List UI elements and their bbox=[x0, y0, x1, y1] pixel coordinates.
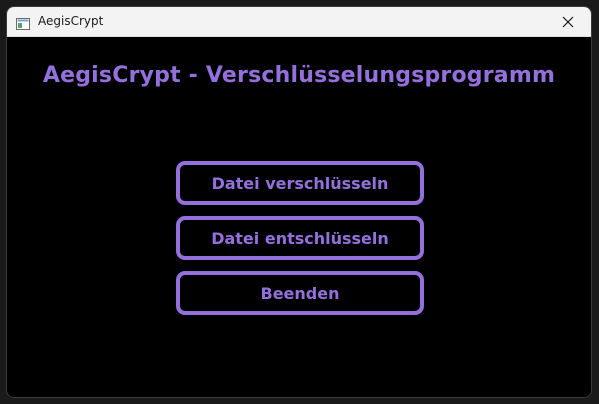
window-title: AegisCrypt bbox=[38, 14, 104, 28]
close-icon bbox=[562, 13, 574, 32]
encrypt-file-button[interactable]: Datei verschlüsseln bbox=[176, 161, 424, 205]
exit-button[interactable]: Beenden bbox=[176, 271, 424, 315]
main-content: AegisCrypt - Verschlüsselungsprogramm Da… bbox=[7, 37, 591, 397]
app-window: AegisCrypt AegisCrypt - Verschlüsselungs… bbox=[6, 6, 592, 398]
app-window-icon bbox=[16, 15, 30, 30]
close-button[interactable] bbox=[545, 7, 591, 37]
title-bar[interactable]: AegisCrypt bbox=[7, 7, 591, 37]
page-title: AegisCrypt - Verschlüsselungsprogramm bbox=[42, 63, 556, 88]
decrypt-file-button[interactable]: Datei entschlüsseln bbox=[176, 216, 424, 260]
